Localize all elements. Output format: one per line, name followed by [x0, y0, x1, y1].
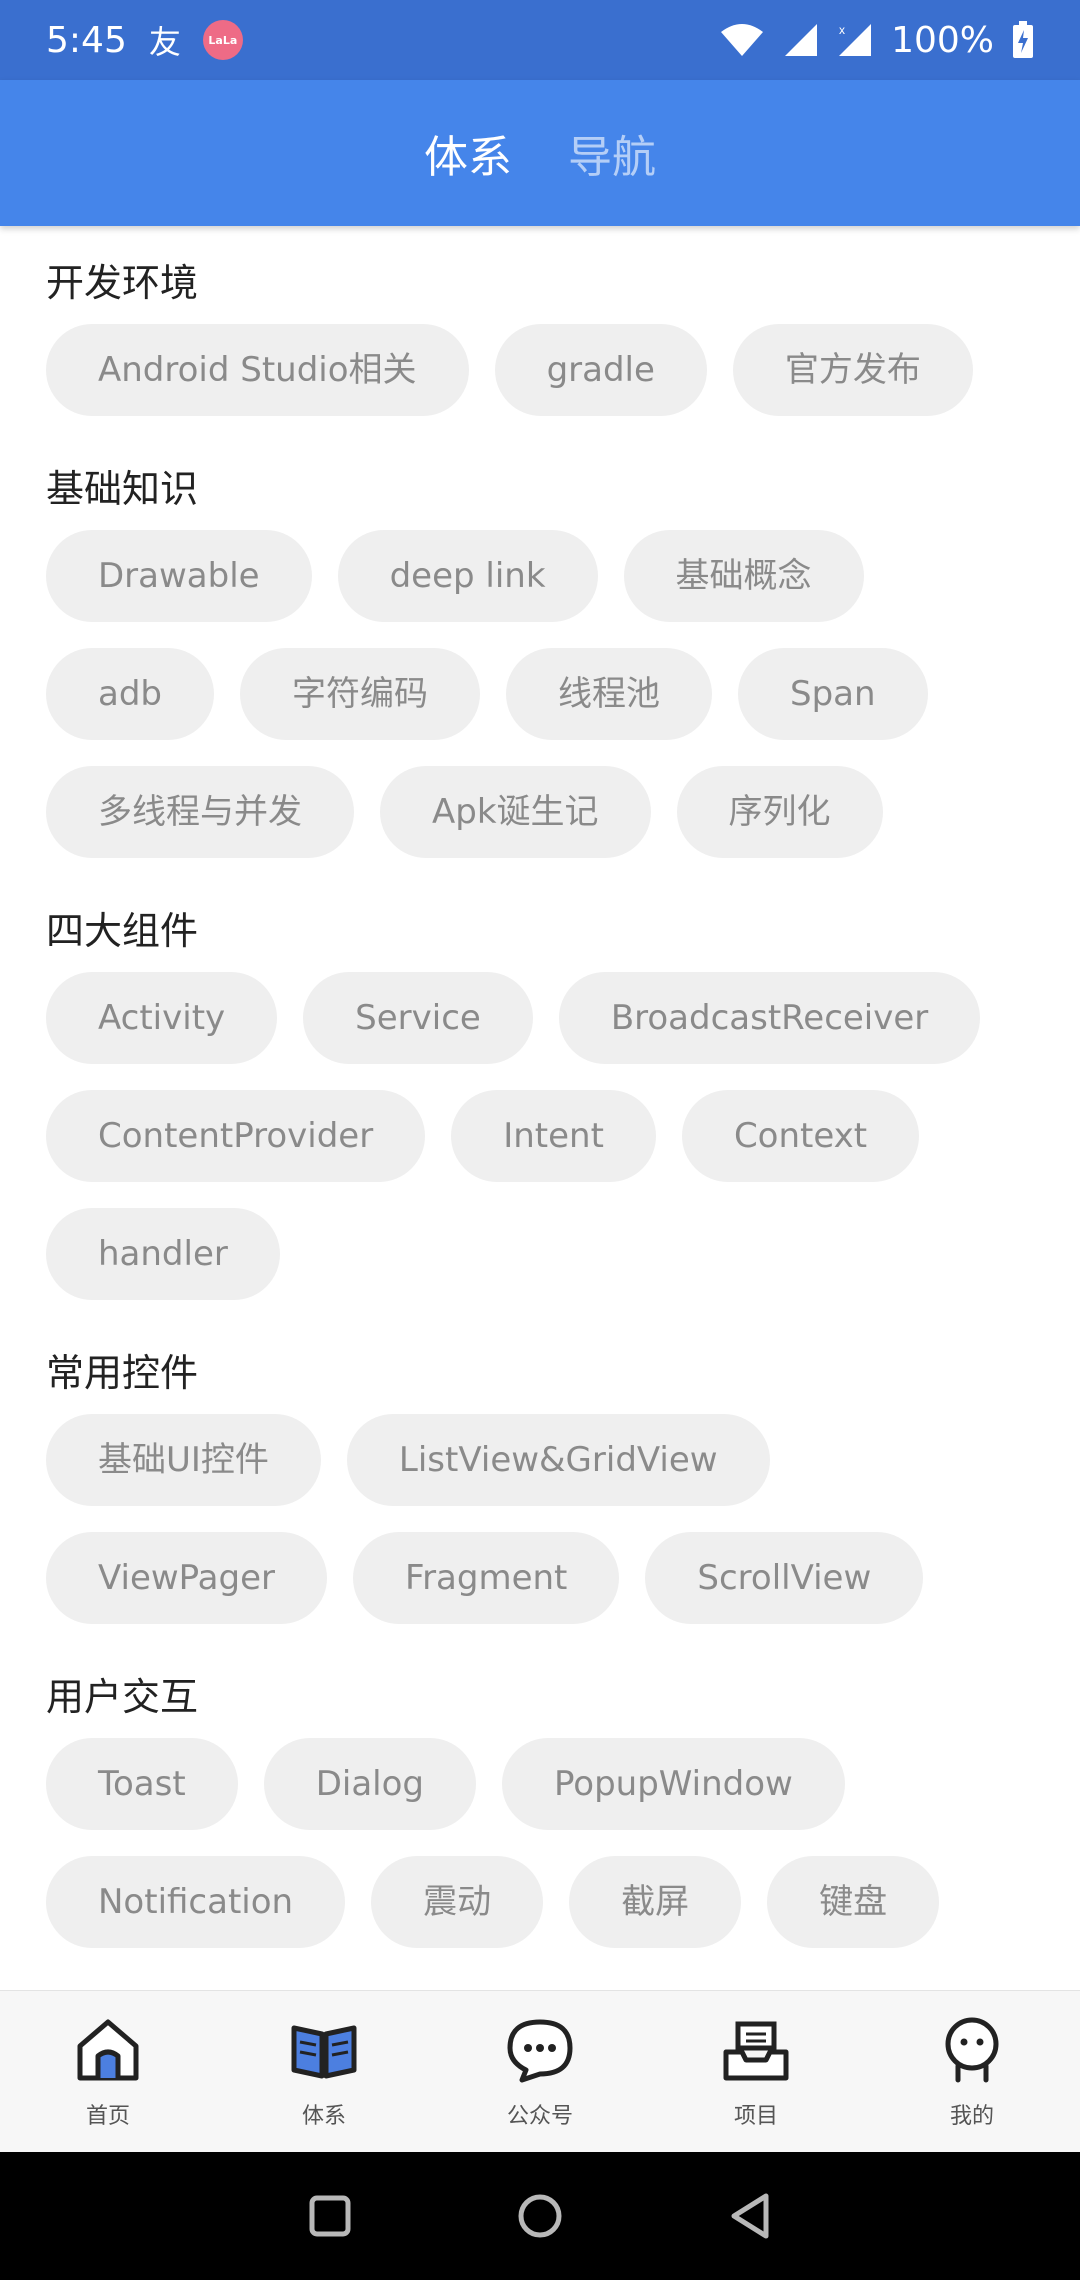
chip-listview-gridview[interactable]: ListView&GridView [346, 1414, 770, 1506]
section-dev-env: 开发环境 Android Studio相关 gradle 官方发布 [46, 226, 1034, 416]
chip-scrollview[interactable]: ScrollView [645, 1532, 924, 1624]
system-nav-bar [0, 2152, 1080, 2280]
section-title: 四大组件 [46, 909, 199, 953]
chip-deep-link[interactable]: deep link [337, 530, 598, 622]
tab-navigation[interactable]: 导航 [568, 121, 656, 185]
chip-intent[interactable]: Intent [451, 1090, 656, 1182]
chip-group: Drawable deep link 基础概念 adb 字符编码 线程池 Spa… [46, 530, 1034, 858]
chip-context[interactable]: Context [681, 1090, 920, 1182]
chip-group: Android Studio相关 gradle 官方发布 [46, 324, 1034, 416]
tab-system[interactable]: 体系 [424, 121, 512, 185]
signal-icon [785, 24, 818, 56]
nav-item-home[interactable]: 首页 [33, 2014, 183, 2130]
chip-serialization[interactable]: 序列化 [676, 766, 883, 858]
lala-app-icon: LaLa [202, 20, 243, 60]
back-triangle-icon[interactable] [720, 2186, 780, 2246]
status-bar: 5:45 友 LaLa x 100% [0, 0, 1080, 80]
nav-label: 公众号 [506, 2103, 573, 2129]
section-basics: 基础知识 Drawable deep link 基础概念 adb 字符编码 线程… [46, 432, 1034, 858]
chip-broadcast-receiver[interactable]: BroadcastReceiver [558, 972, 981, 1064]
book-icon [291, 2025, 357, 2078]
chip-span[interactable]: Span [738, 648, 928, 740]
chip-notification[interactable]: Notification [46, 1856, 346, 1948]
chip-vibration[interactable]: 震动 [371, 1856, 544, 1948]
notification-glyph: 友 [148, 23, 181, 61]
section-user-interaction: 用户交互 Toast Dialog PopupWindow Notificati… [46, 1640, 1034, 1948]
nav-label: 首页 [85, 2103, 130, 2129]
chip-android-studio[interactable]: Android Studio相关 [46, 324, 469, 416]
nav-item-official-accounts[interactable]: 公众号 [465, 2014, 615, 2130]
chip-adb[interactable]: adb [46, 648, 214, 740]
home-icon [77, 2019, 139, 2080]
section-title: 开发环境 [46, 261, 199, 305]
category-list[interactable]: 开发环境 Android Studio相关 gradle 官方发布 基础知识 D… [0, 226, 1080, 1990]
bottom-nav: 首页 体系 公众号 项目 我的 [0, 1990, 1080, 2152]
chip-drawable[interactable]: Drawable [46, 530, 312, 622]
chip-multithreading[interactable]: 多线程与并发 [46, 766, 354, 858]
chip-toast[interactable]: Toast [46, 1738, 238, 1830]
status-right: x 100% [719, 20, 1034, 61]
person-icon [945, 2017, 999, 2082]
section-title: 基础知识 [46, 467, 199, 511]
chip-basic-ui-widgets[interactable]: 基础UI控件 [46, 1414, 321, 1506]
nav-item-projects[interactable]: 项目 [681, 2014, 831, 2130]
section-title: 常用控件 [46, 1351, 199, 1395]
chip-group: Activity Service BroadcastReceiver Conte… [46, 972, 1034, 1300]
chip-fragment[interactable]: Fragment [352, 1532, 620, 1624]
chip-dialog[interactable]: Dialog [263, 1738, 476, 1830]
wifi-icon [721, 24, 764, 56]
nav-label: 我的 [949, 2103, 994, 2129]
chip-gradle[interactable]: gradle [494, 324, 707, 416]
chip-group: Toast Dialog PopupWindow Notification 震动… [46, 1738, 1034, 1948]
chip-group: 基础UI控件 ListView&GridView ViewPager Fragm… [46, 1414, 1034, 1624]
chip-keyboard[interactable]: 键盘 [767, 1856, 940, 1948]
chip-apk-birth[interactable]: Apk诞生记 [380, 766, 651, 858]
chip-handler[interactable]: handler [46, 1208, 280, 1300]
battery-charging-icon [1013, 21, 1033, 58]
chip-viewpager[interactable]: ViewPager [46, 1532, 327, 1624]
chip-service[interactable]: Service [303, 972, 533, 1064]
chip-official-release[interactable]: 官方发布 [732, 324, 973, 416]
signal-no-service-icon: x [839, 23, 872, 56]
home-circle-icon[interactable] [510, 2186, 570, 2246]
svg-text:x: x [839, 23, 845, 37]
section-four-components: 四大组件 Activity Service BroadcastReceiver … [46, 874, 1034, 1300]
chip-thread-pool[interactable]: 线程池 [506, 648, 712, 740]
nav-item-me[interactable]: 我的 [897, 2014, 1047, 2130]
recents-square-icon[interactable] [300, 2186, 360, 2246]
section-title: 用户交互 [46, 1675, 199, 1719]
status-left: 5:45 友 LaLa [46, 17, 243, 63]
chip-popupwindow[interactable]: PopupWindow [501, 1738, 845, 1830]
nav-label: 项目 [733, 2103, 778, 2129]
chip-activity[interactable]: Activity [46, 972, 278, 1064]
chip-content-provider[interactable]: ContentProvider [46, 1090, 426, 1182]
battery-percent: 100% [891, 19, 994, 61]
app-bar: 体系 导航 [0, 80, 1080, 226]
inbox-tray-icon [723, 2021, 789, 2080]
chat-bubble-icon [507, 2019, 573, 2082]
nav-label: 体系 [301, 2103, 346, 2129]
status-time: 5:45 [46, 19, 127, 61]
chip-screenshot[interactable]: 截屏 [569, 1856, 742, 1948]
nav-item-system[interactable]: 体系 [249, 2014, 399, 2130]
chip-char-encoding[interactable]: 字符编码 [240, 648, 480, 740]
section-common-widgets: 常用控件 基础UI控件 ListView&GridView ViewPager … [46, 1316, 1034, 1624]
chip-basic-concepts[interactable]: 基础概念 [623, 530, 864, 622]
